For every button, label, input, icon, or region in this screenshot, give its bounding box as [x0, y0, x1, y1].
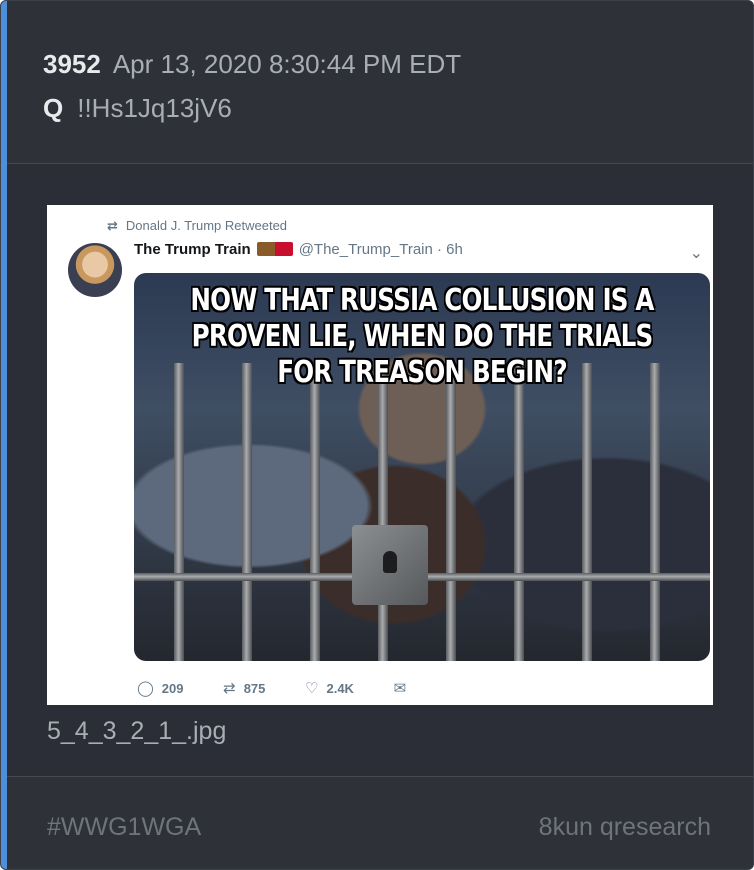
retweet-action: ⇄ 875 [223, 679, 265, 697]
post-number[interactable]: 3952 [43, 49, 101, 79]
meme-caption-line: FOR TREASON BEGIN? [277, 355, 567, 390]
tweet-actions: ◯ 209 ⇄ 875 ♡ 2.4K ✉ [137, 679, 450, 697]
message-action: ✉ [394, 679, 415, 697]
like-action: ♡ 2.4K [305, 679, 354, 697]
meme-caption-line: NOW THAT RUSSIA COLLUSION IS A [190, 283, 654, 318]
cell-bar [242, 363, 252, 661]
post-header: 3952 Apr 13, 2020 8:30:44 PM EDT Q !!Hs1Jq… [7, 1, 753, 164]
reply-icon: ◯ [137, 680, 154, 697]
retweet-count: 875 [243, 680, 266, 696]
post-timestamp: Apr 13, 2020 8:30:44 PM EDT [112, 49, 462, 79]
post-author-line: Q !!Hs1Jq13jV6 [43, 93, 232, 124]
source-board: 8kun qresearch [538, 813, 711, 841]
heart-icon: ♡ [305, 680, 319, 697]
meme-image: NOW THAT RUSSIA COLLUSION IS A PROVEN LI… [134, 273, 710, 661]
tweet-handle: @The_Trump_Train · 6h [298, 241, 463, 258]
cell-bar [650, 363, 660, 661]
retweet-line: ⇄ Donald J. Trump Retweeted [107, 218, 287, 234]
tweet-author-line: The Trump Train @The_Trump_Train · 6h [134, 241, 463, 258]
meme-caption-line: PROVEN LIE, WHEN DO THE TRIALS [191, 319, 654, 354]
retweet-icon: ⇄ [223, 680, 236, 697]
train-flag-icon [256, 242, 293, 256]
like-count: 2.4K [326, 680, 354, 696]
hashtag: #WWG1WGA [47, 813, 202, 841]
post-author: Q [43, 93, 64, 123]
post-meta-line: 3952 Apr 13, 2020 8:30:44 PM EDT [43, 49, 461, 80]
avatar [68, 243, 122, 297]
envelope-icon: ✉ [393, 680, 407, 697]
cell-bar [174, 363, 184, 661]
keyhole-icon [383, 551, 397, 573]
tweet-display-name: The Trump Train [134, 241, 251, 258]
reply-count: 209 [161, 680, 184, 696]
post-tripcode: !!Hs1Jq13jV6 [77, 93, 232, 123]
padlock-icon [352, 525, 428, 605]
retweeted-by: Donald J. Trump Retweeted [125, 218, 288, 233]
cell-bar [378, 363, 388, 661]
attachment-filename[interactable]: 5_4_3_2_1_.jpg [47, 717, 226, 746]
cell-bar [446, 363, 456, 661]
attachment-image[interactable]: ⇄ Donald J. Trump Retweeted The Trump Tra… [47, 205, 713, 705]
post-footer: #WWG1WGA 8kun qresearch [7, 776, 753, 869]
cell-bar [514, 363, 524, 661]
cell-bar [582, 363, 592, 661]
chevron-down-icon: ⌄ [689, 245, 703, 262]
retweet-icon: ⇄ [107, 218, 118, 233]
cell-bar [310, 363, 320, 661]
reply-action: ◯ 209 [137, 679, 184, 697]
post-card: 3952 Apr 13, 2020 8:30:44 PM EDT Q !!Hs1Jq… [0, 0, 754, 870]
meme-caption: NOW THAT RUSSIA COLLUSION IS A PROVEN LI… [186, 283, 658, 391]
